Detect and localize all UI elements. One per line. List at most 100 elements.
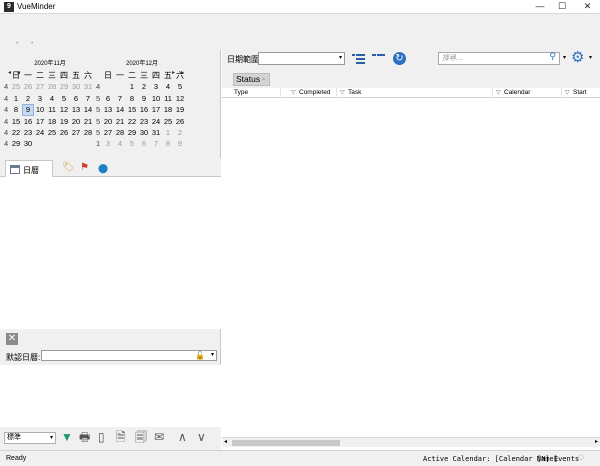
calendar-day[interactable]: 9 [22, 104, 34, 116]
email-icon[interactable]: ✉ [154, 430, 164, 444]
calendar-day[interactable]: 12 [58, 104, 70, 115]
task-list[interactable] [222, 98, 600, 437]
calendar-day[interactable]: 18 [162, 104, 174, 115]
default-calendar-select[interactable]: 🔓 ▾ [41, 350, 217, 361]
group-status-chip[interactable]: Status ▵ [233, 73, 270, 86]
calendar-day[interactable]: 23 [22, 127, 34, 138]
calendar-day[interactable]: 12 [174, 93, 186, 104]
filter-icon[interactable]: ▽ [565, 88, 570, 98]
calendar-day[interactable]: 5 [174, 81, 186, 92]
calendar-day[interactable]: 6 [102, 93, 114, 104]
calendar-day[interactable]: 5 [126, 138, 138, 149]
calendar-day[interactable]: 18 [46, 116, 58, 127]
calendar-day[interactable]: 27 [70, 127, 82, 138]
calendar-day[interactable]: 14 [82, 104, 94, 115]
close-button[interactable]: ✕ [575, 0, 600, 14]
calendar-day[interactable]: 1 [162, 127, 174, 138]
scroll-right-icon[interactable]: ▸ [595, 438, 598, 447]
calendar-day[interactable]: 31 [150, 127, 162, 138]
calendar-day[interactable]: 19 [58, 116, 70, 127]
calendar-day[interactable]: 30 [138, 127, 150, 138]
horizontal-scrollbar[interactable]: ◂ ▸ [222, 437, 600, 447]
calendar-day[interactable]: 17 [150, 104, 162, 115]
gear-menu-chevron-icon[interactable]: ▾ [589, 54, 592, 61]
indent-icon[interactable] [352, 53, 366, 65]
chevron-down-icon[interactable]: ▾ [211, 351, 214, 360]
toolbar-mini-button-a[interactable]: - [16, 40, 18, 47]
calendar-day[interactable]: 7 [82, 93, 94, 104]
maximize-button[interactable]: ☐ [551, 0, 573, 14]
calendar-day[interactable]: 27 [102, 127, 114, 138]
calendar-day[interactable]: 29 [126, 127, 138, 138]
calendar-day[interactable]: 26 [58, 127, 70, 138]
calendar-day[interactable]: 20 [102, 116, 114, 127]
date-range-select[interactable]: ▾ [258, 52, 345, 65]
calendar-day[interactable]: 10 [34, 104, 46, 115]
calendar-day[interactable]: 31 [82, 81, 94, 92]
calendar-day[interactable]: 11 [162, 93, 174, 104]
calendar-day[interactable]: 8 [126, 93, 138, 104]
calendar-day[interactable]: 21 [114, 116, 126, 127]
calendar-day[interactable]: 11 [46, 104, 58, 115]
search-input[interactable]: 搜尋... ⚲ [438, 52, 560, 65]
calendar-day[interactable]: 19 [174, 104, 186, 115]
calendar-day[interactable]: 8 [162, 138, 174, 149]
calendar-day[interactable]: 28 [46, 81, 58, 92]
tag-icon[interactable]: 🏷 [62, 163, 75, 173]
calendar-day[interactable]: 4 [114, 138, 126, 149]
calendar-day[interactable]: 3 [34, 93, 46, 104]
column-task[interactable]: ▽ Task [337, 88, 493, 98]
calendar-day[interactable]: 22 [126, 116, 138, 127]
column-completed[interactable]: ▽ Completed [288, 88, 337, 98]
page-icon[interactable]: ▯ [98, 430, 105, 444]
calendar-day[interactable]: 16 [22, 116, 34, 127]
lock-icon[interactable]: 🔓 [195, 351, 205, 360]
calendar-day[interactable]: 13 [102, 104, 114, 115]
move-down-icon[interactable]: ∨ [197, 430, 206, 444]
calendar-day[interactable]: 23 [138, 116, 150, 127]
scroll-left-icon[interactable]: ◂ [224, 438, 227, 447]
calendar-day[interactable]: 30 [22, 138, 34, 149]
calendar-list[interactable] [0, 177, 221, 329]
calendar-day[interactable]: 4 [162, 81, 174, 92]
minimize-button[interactable]: — [529, 0, 551, 14]
calendar-day[interactable]: 3 [150, 81, 162, 92]
calendar-day[interactable]: 8 [10, 104, 22, 115]
calendar-day[interactable]: 2 [22, 93, 34, 104]
calendar-day[interactable]: 22 [10, 127, 22, 138]
calendar-day[interactable]: 21 [82, 116, 94, 127]
print-icon[interactable]: 🖶 [79, 430, 90, 444]
calendar-day[interactable]: 10 [150, 93, 162, 104]
search-options-chevron-icon[interactable]: ▾ [563, 54, 566, 61]
filter-icon[interactable]: ▼ [61, 430, 73, 444]
column-calendar[interactable]: ▽ Calendar [493, 88, 562, 98]
calendar-day[interactable]: 15 [126, 104, 138, 115]
calendar-day[interactable]: 5 [58, 93, 70, 104]
calendar-day[interactable]: 25 [162, 116, 174, 127]
calendar-day[interactable]: 9 [138, 93, 150, 104]
calendar-day[interactable]: 7 [114, 93, 126, 104]
calendar-day[interactable]: 24 [150, 116, 162, 127]
calendar-day[interactable]: 15 [10, 116, 22, 127]
outdent-icon[interactable] [372, 53, 386, 65]
calendar-day[interactable]: 28 [82, 127, 94, 138]
document-icon[interactable]: 🗎 [116, 430, 126, 444]
calendar-day[interactable]: 24 [34, 127, 46, 138]
calendar-day[interactable]: 20 [70, 116, 82, 127]
scrollbar-thumb[interactable] [232, 440, 340, 446]
calendar-day[interactable]: 30 [70, 81, 82, 92]
calendar-day[interactable]: 26 [174, 116, 186, 127]
lower-list-area[interactable] [0, 365, 221, 427]
filter-icon[interactable]: ▽ [340, 88, 345, 98]
calendar-day[interactable]: 25 [10, 81, 22, 92]
calendar-day[interactable]: 29 [10, 138, 22, 149]
calendar-day[interactable]: 2 [174, 127, 186, 138]
calendar-day[interactable]: 26 [22, 81, 34, 92]
calendar-day[interactable]: 7 [150, 138, 162, 149]
calendar-day[interactable]: 4 [46, 93, 58, 104]
search-icon[interactable]: ⚲ [549, 52, 556, 63]
column-start[interactable]: ▽ Start [562, 88, 600, 98]
calendar-day[interactable]: 3 [102, 138, 114, 149]
calendar-day[interactable]: 25 [46, 127, 58, 138]
gear-icon[interactable]: ⚙ [571, 50, 584, 66]
